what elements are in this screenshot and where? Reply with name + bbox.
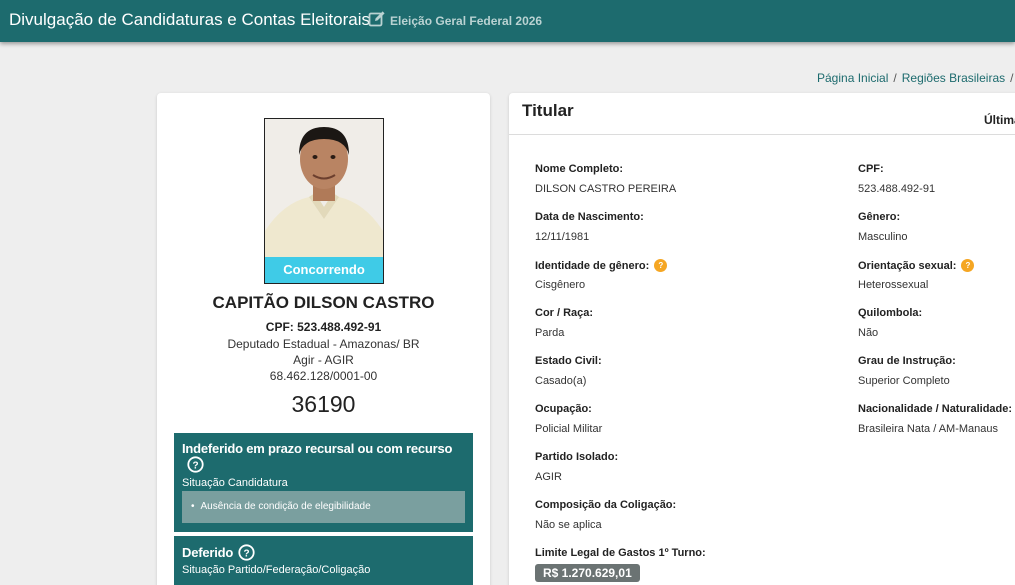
cpf-field: CPF: 523.488.492-91 xyxy=(858,163,1015,195)
field-label: Identidade de gênero: xyxy=(535,260,650,272)
help-icon[interactable]: ? xyxy=(187,456,204,473)
details-card: Titular Última Nome Completo: DILSON CAS… xyxy=(509,93,1015,585)
field-label: Gênero: xyxy=(858,211,901,223)
coalition-field: Composição da Coligação: Não se aplica xyxy=(535,499,855,531)
field-label: Cor / Raça: xyxy=(535,307,594,319)
full-name-field: Nome Completo: DILSON CASTRO PEREIRA xyxy=(535,163,855,195)
education-field: Grau de Instrução: Superior Completo xyxy=(858,355,1015,387)
candidate-party: Agir - AGIR xyxy=(293,353,354,367)
birth-date-field: Data de Nascimento: 12/11/1981 xyxy=(535,211,855,243)
party-status-box: Deferido ? Situação Partido/Federação/Co… xyxy=(174,536,473,585)
party-status-title: Deferido xyxy=(182,545,234,560)
field-label: CPF: xyxy=(858,163,884,175)
quilombola-field: Quilombola: Não xyxy=(858,307,1015,339)
field-value: Brasileira Nata / AM-Manaus xyxy=(858,423,998,435)
candidate-photo: Concorrendo xyxy=(264,118,384,284)
field-label: Grau de Instrução: xyxy=(858,355,956,367)
field-value: Cisgênero xyxy=(535,279,586,291)
candidate-cnpj: 68.462.128/0001-00 xyxy=(269,369,378,383)
info-icon[interactable]: ? xyxy=(654,259,668,272)
field-value: 12/11/1981 xyxy=(535,231,590,243)
help-icon[interactable]: ? xyxy=(238,544,255,561)
candidacy-status-title: Indeferido em prazo recursal ou com recu… xyxy=(182,441,453,456)
spending-limit-field: Limite Legal de Gastos 1º Turno: R$ 1.27… xyxy=(535,547,855,582)
isolated-party-field: Partido Isolado: AGIR xyxy=(535,451,855,483)
gender-field: Gênero: Masculino xyxy=(858,211,1015,243)
candidate-office: Deputado Estadual - Amazonas/ BR xyxy=(227,337,420,351)
field-value: Policial Militar xyxy=(535,423,603,435)
party-status-subtitle: Situação Partido/Federação/Coligação xyxy=(182,564,371,576)
race-field: Cor / Raça: Parda xyxy=(535,307,855,339)
field-value: Não se aplica xyxy=(535,519,602,531)
candidate-name: CAPITÃO DILSON CASTRO xyxy=(212,293,435,312)
app-title: Divulgação de Candidaturas e Contas Elei… xyxy=(9,10,370,29)
breadcrumb-separator: / xyxy=(893,71,897,85)
svg-text:?: ? xyxy=(243,548,249,559)
breadcrumb: Página Inicial / Regiões Brasileiras / xyxy=(817,71,1015,85)
field-value: Casado(a) xyxy=(535,375,587,387)
field-label: Estado Civil: xyxy=(535,355,602,367)
field-value: Não xyxy=(858,327,879,339)
election-label: Eleição Geral Federal 2026 xyxy=(390,14,543,28)
section-title: Titular xyxy=(522,101,574,120)
spending-limit-badge: R$ 1.270.629,01 xyxy=(535,564,640,582)
info-icon[interactable]: ? xyxy=(961,259,975,272)
field-value: Heterossexual xyxy=(858,279,929,291)
reason-item: Ausência de condição de elegibilidade xyxy=(191,501,371,512)
last-updated-label: Última xyxy=(984,113,1015,127)
sexual-orientation-field: Orientação sexual:? Heterossexual xyxy=(858,259,1015,291)
field-label: Ocupação: xyxy=(535,403,592,415)
candidate-number: 36190 xyxy=(291,391,356,417)
field-value: Masculino xyxy=(858,231,908,243)
field-label: Data de Nascimento: xyxy=(535,211,644,223)
field-label: Orientação sexual: xyxy=(858,260,957,272)
gender-identity-field: Identidade de gênero:? Cisgênero xyxy=(535,259,855,291)
field-value: Parda xyxy=(535,327,565,339)
breadcrumb-home-link[interactable]: Página Inicial xyxy=(817,71,888,85)
field-label: Nome Completo: xyxy=(535,163,623,175)
candidate-cpf: CPF: 523.488.492-91 xyxy=(265,320,382,334)
edit-icon[interactable] xyxy=(368,10,386,28)
candidate-card: Concorrendo CAPITÃO DILSON CASTRO CPF: 5… xyxy=(157,93,490,585)
occupation-field: Ocupação: Policial Militar xyxy=(535,403,855,435)
candidacy-status-banner: Concorrendo xyxy=(265,257,383,283)
field-label: Composição da Coligação: xyxy=(535,499,677,511)
svg-text:?: ? xyxy=(192,460,198,471)
field-value: AGIR xyxy=(535,471,562,483)
breadcrumb-regions-link[interactable]: Regiões Brasileiras xyxy=(902,71,1005,85)
divider xyxy=(509,134,1015,135)
field-label: Partido Isolado: xyxy=(535,451,619,463)
reason-box: Ausência de condição de elegibilidade xyxy=(182,491,465,523)
field-value: DILSON CASTRO PEREIRA xyxy=(535,183,677,195)
nationality-field: Nacionalidade / Naturalidade: Brasileira… xyxy=(858,403,1015,435)
field-label: Nacionalidade / Naturalidade: xyxy=(858,403,1013,415)
field-label: Quilombola: xyxy=(858,307,923,319)
candidacy-status-box: Indeferido em prazo recursal ou com recu… xyxy=(174,433,473,532)
field-value: Superior Completo xyxy=(858,375,950,387)
candidacy-status-subtitle: Situação Candidatura xyxy=(182,477,288,489)
field-label: Limite Legal de Gastos 1º Turno: xyxy=(535,547,706,559)
civil-status-field: Estado Civil: Casado(a) xyxy=(535,355,855,387)
breadcrumb-separator: / xyxy=(1010,71,1014,85)
field-value: 523.488.492-91 xyxy=(858,183,936,195)
top-bar: Divulgação de Candidaturas e Contas Elei… xyxy=(0,0,1015,42)
